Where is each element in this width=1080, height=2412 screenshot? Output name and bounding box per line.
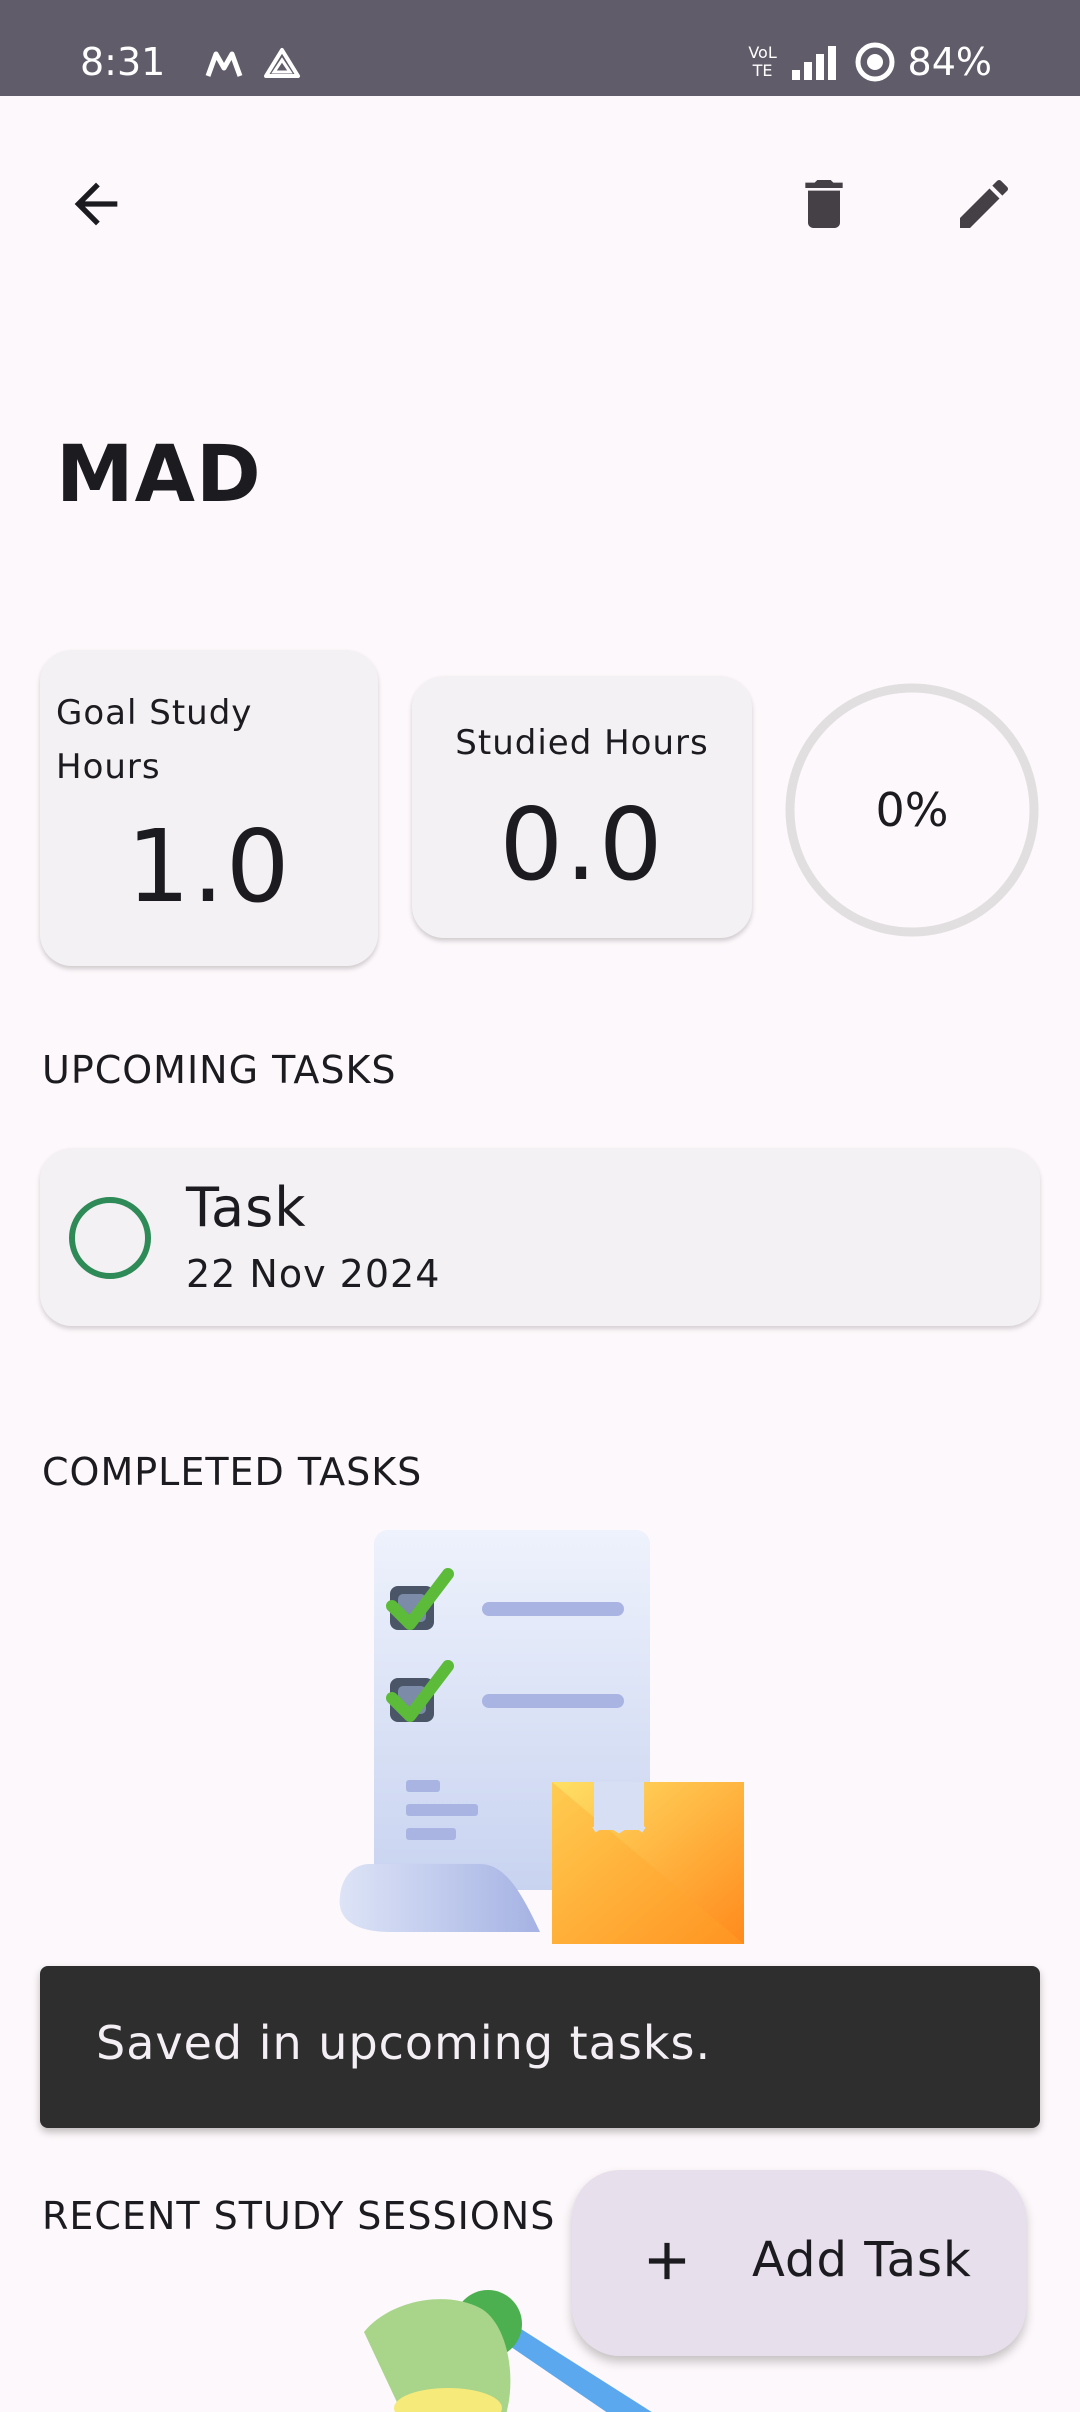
upcoming-tasks-heading: UPCOMING TASKS [42, 1048, 397, 1092]
snackbar: Saved in upcoming tasks. [40, 1966, 1040, 2128]
progress-percent: 0% [875, 783, 949, 837]
completed-tasks-heading: COMPLETED TASKS [42, 1450, 423, 1494]
plus-icon [648, 2242, 686, 2280]
task-date: 22 Nov 2024 [186, 1252, 441, 1296]
studied-hours-card: Studied Hours 0.0 [412, 676, 752, 938]
empty-tasks-illustration [339, 1530, 744, 1944]
battery-saver-icon [855, 42, 895, 82]
battery-percent: 84% [907, 40, 992, 84]
task-title: Task [186, 1176, 307, 1239]
add-task-button[interactable]: Add Task [572, 2170, 1026, 2356]
goal-hours-card: Goal Study Hours 1.0 [40, 650, 378, 966]
drive-notification-icon [264, 48, 300, 78]
snackbar-message: Saved in upcoming tasks. [96, 2016, 712, 2070]
back-button[interactable] [48, 156, 144, 252]
signal-icon [791, 46, 836, 80]
progress-ring: 0% [784, 682, 1040, 938]
task-checkbox-circle-icon[interactable] [68, 1196, 152, 1280]
add-task-label: Add Task [752, 2232, 972, 2288]
status-time: 8:31 [80, 40, 166, 84]
edit-button[interactable] [936, 156, 1032, 252]
pencil-icon [960, 179, 1009, 228]
recent-sessions-heading: RECENT STUDY SESSIONS [42, 2194, 556, 2238]
volte-icon: VoLTE [748, 43, 777, 80]
studied-hours-label: Studied Hours [455, 723, 709, 763]
status-bar: 8:31 VoLTE 84% [0, 0, 1080, 96]
goal-hours-value: 1.0 [126, 808, 292, 925]
trash-icon [805, 180, 843, 228]
status-indicators: VoLTE 84% [748, 38, 992, 86]
arrow-back-icon [74, 182, 118, 226]
subject-title: MAD [56, 430, 262, 520]
studied-hours-value: 0.0 [499, 786, 665, 903]
app-notification-icon [205, 51, 243, 77]
goal-hours-label: Goal Study Hours [56, 693, 253, 787]
task-card[interactable]: Task 22 Nov 2024 [40, 1148, 1040, 1326]
delete-button[interactable] [776, 156, 872, 252]
